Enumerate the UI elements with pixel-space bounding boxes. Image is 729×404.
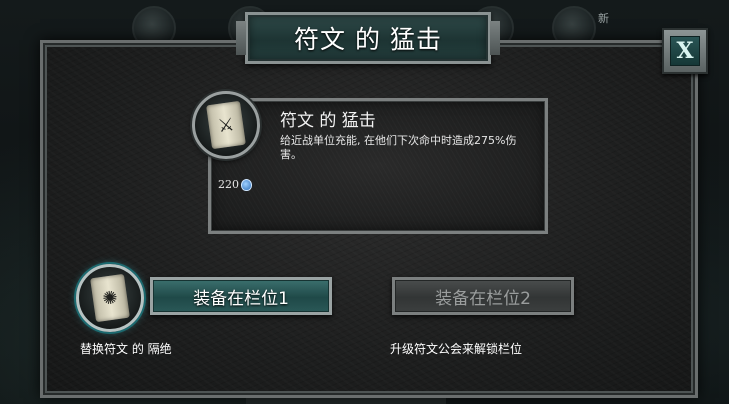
rune-cost: 220	[218, 178, 252, 191]
scroll-rune-icon: ✺	[90, 273, 130, 323]
replace-rune-caption: 替换符文 的 隔绝	[80, 342, 172, 356]
close-icon: X	[670, 36, 700, 66]
plaque-right-cap	[490, 21, 500, 55]
equipped-rune-slot[interactable]: ✺	[76, 264, 144, 332]
potion-icon	[241, 178, 252, 191]
game-screen: 新 符文 的 猛击 X ⚔ 符文 的 猛击 给近战单位充能, 在他们下次命中时造…	[0, 0, 729, 404]
scroll-rune-icon: ⚔	[206, 100, 246, 150]
close-button[interactable]: X	[662, 28, 708, 74]
rune-name: 符文 的 猛击	[280, 111, 376, 131]
dialog-title-plaque: 符文 的 猛击	[236, 12, 500, 64]
rune-cost-value: 220	[218, 178, 239, 191]
dialog-title: 符文 的 猛击	[294, 25, 442, 54]
equip-slot-2-button: 装备在栏位2	[392, 277, 574, 315]
rune-description: 给近战单位充能, 在他们下次命中时造成275%伤害。	[280, 134, 517, 161]
new-badge: 新	[598, 12, 609, 25]
plaque-left-cap	[236, 21, 246, 55]
unlock-slot-caption: 升级符文公会来解锁栏位	[390, 342, 523, 356]
rune-medallion: ⚔	[192, 91, 260, 159]
equip-slot-1-button[interactable]: 装备在栏位1	[150, 277, 332, 315]
